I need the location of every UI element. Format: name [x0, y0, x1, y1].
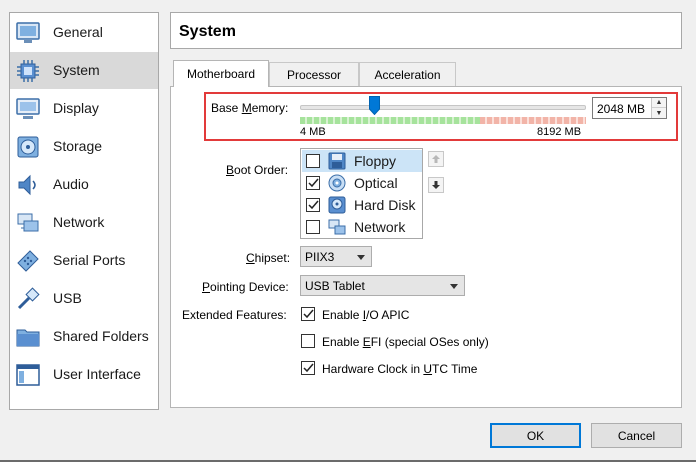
- audio-icon: [15, 172, 41, 198]
- tab-motherboard[interactable]: Motherboard: [173, 60, 269, 87]
- shared-folders-icon: [15, 324, 41, 350]
- recommended-range: [300, 117, 480, 124]
- chipset-label: Chipset:: [246, 251, 291, 265]
- chevron-down-icon: [357, 255, 365, 260]
- sidebar-item-label: Audio: [53, 176, 89, 192]
- memory-min-label: 4 MB: [300, 126, 326, 138]
- boot-item-floppy[interactable]: Floppy: [302, 150, 422, 172]
- spin-up-button[interactable]: ▲: [652, 98, 666, 108]
- boot-checkbox[interactable]: [306, 154, 320, 168]
- pointing-device-label: Pointing Device:: [202, 280, 289, 294]
- network-icon: [15, 210, 41, 236]
- usb-icon: [15, 286, 41, 312]
- utc-clock-label[interactable]: Hardware Clock in UTC Time: [322, 362, 477, 376]
- chevron-down-icon: [450, 284, 458, 289]
- sidebar-item-system[interactable]: System: [10, 52, 158, 89]
- efi-checkbox[interactable]: [301, 334, 315, 348]
- extended-features-label: Extended Features:: [182, 308, 287, 322]
- serial-ports-icon: [15, 248, 41, 274]
- sidebar-item-usb[interactable]: USB: [10, 280, 158, 317]
- boot-order-label: Boot Order:: [226, 163, 289, 177]
- move-down-button[interactable]: [428, 177, 444, 193]
- memory-max-label: 8192 MB: [537, 126, 582, 138]
- boot-item-label: Optical: [354, 175, 398, 191]
- boot-item-label: Network: [354, 219, 406, 235]
- memory-scale: [300, 117, 586, 124]
- boot-item-hard-disk[interactable]: Hard Disk: [302, 194, 422, 216]
- io-apic-checkbox[interactable]: [301, 307, 315, 321]
- move-up-button[interactable]: [428, 151, 444, 167]
- tab-acceleration[interactable]: Acceleration: [359, 62, 456, 86]
- efi-label[interactable]: Enable EFI (special OSes only): [322, 335, 489, 349]
- sidebar-item-label: Serial Ports: [53, 252, 126, 268]
- ok-button[interactable]: OK: [490, 423, 581, 448]
- network-icon: [328, 218, 346, 236]
- boot-item-label: Hard Disk: [354, 197, 416, 213]
- sidebar-item-label: System: [53, 62, 100, 78]
- boot-checkbox[interactable]: [306, 220, 320, 234]
- pointing-device-value: USB Tablet: [305, 279, 365, 293]
- storage-icon: [15, 134, 41, 160]
- tab-processor[interactable]: Processor: [269, 62, 359, 86]
- sidebar-item-storage[interactable]: Storage: [10, 128, 158, 165]
- base-memory-spinbox[interactable]: 2048 MB ▲ ▼: [592, 97, 667, 119]
- chipset-select[interactable]: PIIX3: [300, 246, 372, 267]
- display-icon: [15, 96, 41, 122]
- slider-thumb[interactable]: [369, 96, 380, 116]
- optical-disc-icon: [328, 174, 346, 192]
- boot-item-network[interactable]: Network: [302, 216, 422, 238]
- settings-sidebar: General System Display Storage Audio Net…: [9, 12, 159, 410]
- cancel-button[interactable]: Cancel: [591, 423, 682, 448]
- settings-window: General System Display Storage Audio Net…: [0, 0, 696, 462]
- sidebar-item-label: Display: [53, 100, 99, 116]
- sidebar-item-label: General: [53, 24, 103, 40]
- chipset-value: PIIX3: [305, 250, 335, 264]
- sidebar-item-user-interface[interactable]: User Interface: [10, 356, 158, 393]
- floppy-icon: [328, 152, 346, 170]
- system-icon: [15, 58, 41, 84]
- sidebar-item-label: User Interface: [53, 366, 141, 382]
- spin-down-button[interactable]: ▼: [652, 108, 666, 118]
- boot-order-list: Floppy Optical Hard Disk Network: [300, 148, 423, 239]
- sidebar-item-audio[interactable]: Audio: [10, 166, 158, 203]
- boot-item-label: Floppy: [354, 153, 397, 169]
- boot-item-optical[interactable]: Optical: [302, 172, 422, 194]
- io-apic-label[interactable]: Enable I/O APIC: [322, 308, 409, 322]
- hard-disk-icon: [328, 196, 346, 214]
- sidebar-item-network[interactable]: Network: [10, 204, 158, 241]
- sidebar-item-shared-folders[interactable]: Shared Folders: [10, 318, 158, 355]
- user-interface-icon: [15, 362, 41, 388]
- boot-checkbox[interactable]: [306, 198, 320, 212]
- arrow-down-icon: [432, 181, 440, 189]
- base-memory-label: Base Memory:: [211, 101, 289, 115]
- sidebar-item-label: USB: [53, 290, 82, 306]
- utc-clock-checkbox[interactable]: [301, 361, 315, 375]
- excessive-range: [480, 117, 586, 124]
- pointing-device-select[interactable]: USB Tablet: [300, 275, 465, 296]
- general-icon: [15, 20, 41, 46]
- page-title: System: [179, 23, 236, 40]
- sidebar-item-serial-ports[interactable]: Serial Ports: [10, 242, 158, 279]
- sidebar-item-label: Network: [53, 214, 105, 230]
- sidebar-item-display[interactable]: Display: [10, 90, 158, 127]
- sidebar-item-label: Shared Folders: [53, 328, 149, 344]
- sidebar-item-general[interactable]: General: [10, 14, 158, 51]
- arrow-up-icon: [432, 155, 440, 163]
- base-memory-slider[interactable]: [300, 105, 586, 110]
- page-header: System: [170, 12, 682, 49]
- boot-checkbox[interactable]: [306, 176, 320, 190]
- sidebar-item-label: Storage: [53, 138, 103, 154]
- base-memory-value: 2048 MB: [597, 102, 646, 116]
